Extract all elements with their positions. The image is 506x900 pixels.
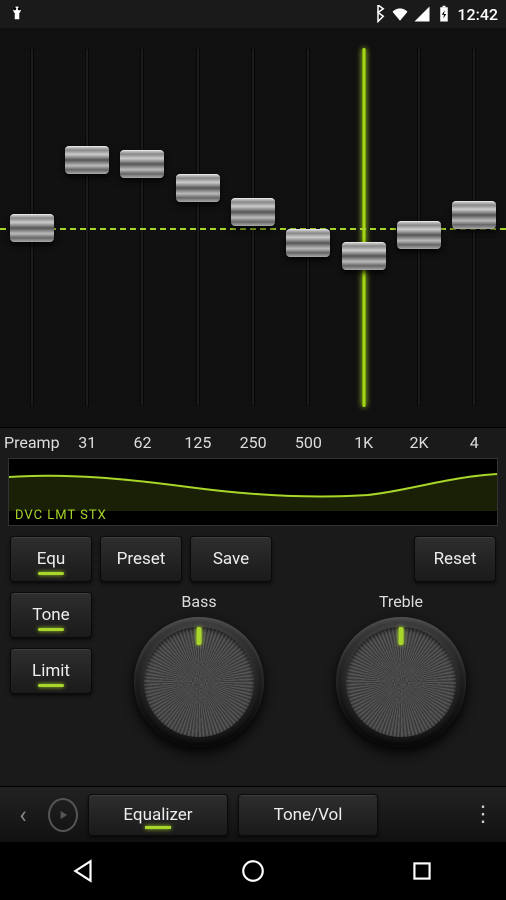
eq-slider-4[interactable] [454, 28, 494, 427]
band-label: 2K [391, 428, 446, 458]
band-label: 500 [281, 428, 336, 458]
reset-button[interactable]: Reset [414, 536, 496, 582]
bluetooth-icon [369, 5, 387, 23]
bass-label: Bass [181, 592, 216, 611]
slider-knob[interactable] [10, 214, 54, 242]
preset-button[interactable]: Preset [100, 536, 182, 582]
band-labels-row: Preamp31621252505001K2K4 [0, 428, 506, 458]
equ-button[interactable]: Equ [10, 536, 92, 582]
tab-equalizer[interactable]: Equalizer [88, 794, 228, 836]
dsp-indicators: DVC LMT STX [15, 508, 107, 523]
slider-knob[interactable] [286, 229, 330, 257]
slider-knob[interactable] [397, 221, 441, 249]
band-label: 125 [170, 428, 225, 458]
tone-button[interactable]: Tone [10, 592, 92, 638]
treble-dial[interactable] [336, 617, 466, 747]
android-nav-bar [0, 842, 506, 900]
wifi-icon [391, 5, 409, 23]
slider-knob[interactable] [342, 242, 386, 270]
back-chevron-icon[interactable]: ‹ [8, 801, 38, 829]
nav-recent-icon[interactable] [409, 858, 435, 884]
eq-button-row: Equ Preset Save Reset [0, 526, 506, 582]
slider-knob[interactable] [65, 146, 109, 174]
band-label: 4 [447, 428, 502, 458]
eq-slider-2k[interactable] [399, 28, 439, 427]
limit-button[interactable]: Limit [10, 648, 92, 694]
spectrum-display: DVC LMT STX [8, 458, 498, 526]
signal-icon [413, 5, 431, 23]
equalizer-sliders-area [0, 28, 506, 428]
slider-knob[interactable] [176, 174, 220, 202]
band-label: 31 [60, 428, 115, 458]
band-label: 1K [336, 428, 391, 458]
eq-slider-preamp[interactable] [12, 28, 52, 427]
band-label: 250 [225, 428, 280, 458]
slider-knob[interactable] [120, 150, 164, 178]
notification-icon [8, 5, 26, 23]
tone-dial-row: Tone Limit Bass Treble [0, 582, 506, 747]
bottom-tab-bar: ‹ Equalizer Tone/Vol ⋮ [0, 786, 506, 842]
play-button[interactable] [48, 798, 78, 832]
menu-icon[interactable]: ⋮ [468, 802, 498, 827]
band-label: 62 [115, 428, 170, 458]
treble-label: Treble [379, 592, 423, 611]
status-bar: 12:42 [0, 0, 506, 28]
battery-charging-icon [435, 5, 453, 23]
slider-knob[interactable] [452, 201, 496, 229]
tab-tonevol[interactable]: Tone/Vol [238, 794, 378, 836]
slider-knob[interactable] [231, 198, 275, 226]
clock: 12:42 [457, 5, 498, 24]
bass-dial[interactable] [134, 617, 264, 747]
nav-home-icon[interactable] [240, 858, 266, 884]
band-label: Preamp [4, 428, 60, 458]
save-button[interactable]: Save [190, 536, 272, 582]
nav-back-icon[interactable] [71, 858, 97, 884]
